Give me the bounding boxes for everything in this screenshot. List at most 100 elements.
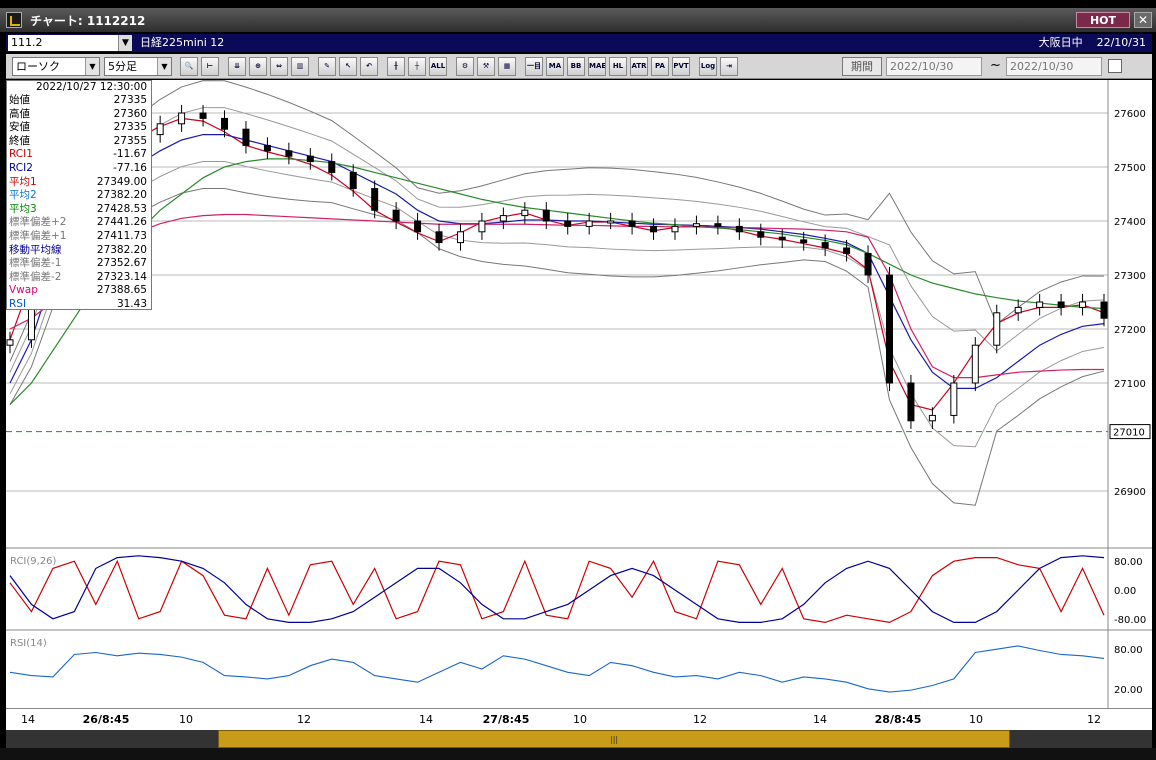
ruler-button[interactable]: ⊢ [201, 57, 219, 76]
info-value: -77.16 [113, 161, 147, 174]
chart-type-select[interactable]: ローソク ▼ [12, 57, 100, 76]
rci-label: RCI(9,26) [10, 556, 57, 567]
info-value: 27388.65 [96, 284, 147, 297]
info-row: 安値 27335 [7, 121, 151, 135]
candle-body [714, 223, 722, 227]
chart-type-value: ローソク [16, 60, 60, 73]
info-row: RCI1 -11.67 [7, 148, 151, 162]
period-button[interactable]: 期間 [842, 57, 882, 76]
candle-body [242, 128, 250, 146]
price-tick-label: 27300 [1114, 271, 1146, 282]
time-axis-label: 26/8:45 [82, 713, 130, 726]
date-to-field[interactable]: 2022/10/30 [1006, 57, 1102, 76]
time-axis-label: 28/8:45 [874, 713, 922, 726]
market-name: 大阪日中 [1038, 36, 1083, 49]
candle-body [907, 382, 915, 422]
candle-body [178, 112, 186, 125]
candle-body [156, 123, 164, 136]
hl-button[interactable]: HL [609, 57, 627, 76]
candle-body [456, 231, 464, 244]
chevron-down-icon[interactable]: ▼ [85, 58, 99, 75]
candle-body [628, 220, 636, 227]
close-button[interactable]: ✕ [1134, 12, 1152, 28]
candle-body [1014, 306, 1022, 314]
market-date-value: 22/10/31 [1096, 36, 1146, 49]
zoom-fit-button[interactable]: ⊕ [249, 57, 267, 76]
mae-button[interactable]: MAE [588, 57, 606, 76]
ma-button[interactable]: MA [546, 57, 564, 76]
info-label: 標準偏差+1 [9, 229, 67, 242]
hot-button[interactable]: HOT [1076, 12, 1130, 28]
bollinger-band-line [9, 107, 1105, 373]
candle-body [993, 312, 1001, 346]
info-row: 平均3 27428.53 [7, 203, 151, 217]
symbol-code: 111.2 [11, 36, 43, 49]
date-from-field[interactable]: 2022/10/30 [886, 57, 982, 76]
ohlc-info-panel: 2022/10/27 12:30:00 始値 27335 高値 27360 安値 2733… [6, 80, 152, 310]
palette-button[interactable]: ▦ [498, 57, 516, 76]
candle-body [650, 225, 658, 233]
chart-canvas[interactable]: 27600 27500 27400 27300 27200 27100 26900 27010… [6, 80, 1152, 708]
undo-button[interactable]: ↶ [360, 57, 378, 76]
chevron-down-icon[interactable]: ▼ [157, 58, 171, 75]
info-row: 標準偏差+1 27411.73 [7, 230, 151, 244]
tools-button[interactable]: ⚒ [477, 57, 495, 76]
time-axis-label: 14 [21, 713, 35, 726]
info-label: 標準偏差-1 [9, 257, 62, 270]
pvt-button[interactable]: PVT [672, 57, 690, 76]
chart-scrollbar[interactable]: ||| [6, 730, 1152, 748]
interval-select[interactable]: 5分足 ▼ [104, 57, 172, 76]
candle-body [1036, 301, 1044, 308]
chevron-down-icon[interactable]: ▼ [118, 35, 132, 51]
info-row: 標準偏差+2 27441.26 [7, 216, 151, 230]
candle-body [800, 239, 808, 244]
bar-button[interactable]: ┼ [408, 57, 426, 76]
candle-body [263, 144, 271, 152]
para-button[interactable]: PA [651, 57, 669, 76]
candle-body [778, 236, 786, 241]
rci1-line [9, 557, 1105, 624]
info-value: 27411.73 [96, 229, 147, 242]
info-value: 27335 [113, 94, 147, 106]
export-button[interactable]: ⇥ [720, 57, 738, 76]
time-axis-label: 27/8:45 [482, 713, 530, 726]
cursor-button[interactable]: ↖ [339, 57, 357, 76]
settings-button[interactable]: ⚙ [456, 57, 474, 76]
time-axis-label: 10 [573, 713, 587, 726]
candle-body [1057, 301, 1065, 308]
info-label: Vwap [9, 284, 38, 297]
draw-line-button[interactable]: ✎ [318, 57, 336, 76]
bb-button[interactable]: BB [567, 57, 585, 76]
compress-button[interactable]: ⇊ [228, 57, 246, 76]
zoom-button[interactable]: 🔍 [180, 57, 198, 76]
current-price-label: 27010 [1113, 428, 1145, 439]
bollinger-band-line [9, 161, 1105, 448]
reset-button[interactable]: ▥ [291, 57, 309, 76]
series-line [9, 117, 1105, 411]
all-button[interactable]: ALL [429, 57, 447, 76]
ichimoku-button[interactable]: 一目 [525, 57, 543, 76]
bottom-strip [0, 748, 1156, 760]
chart-area[interactable]: 27600 27500 27400 27300 27200 27100 26900 27010… [6, 80, 1152, 708]
chart-app-icon [6, 12, 22, 28]
info-row: RSI 31.43 [7, 298, 151, 312]
info-label: 標準偏差+2 [9, 216, 67, 229]
expand-button[interactable]: ⇔ [270, 57, 288, 76]
symbol-code-select[interactable]: 111.2 ▼ [8, 35, 132, 51]
time-axis-label: 12 [1087, 713, 1101, 726]
info-label: 始値 [9, 94, 30, 106]
info-label: 終値 [9, 134, 30, 147]
info-row: 平均1 27349.00 [7, 176, 151, 190]
info-row: 標準偏差-1 27352.67 [7, 257, 151, 271]
info-value: 27382.20 [96, 243, 147, 256]
candle-body [671, 225, 679, 233]
atr-button[interactable]: ATR [630, 57, 648, 76]
info-label: 平均3 [9, 202, 37, 215]
rci2-line [9, 555, 1105, 624]
log-button[interactable]: Log [699, 57, 717, 76]
candle-body [864, 252, 872, 276]
candle-button[interactable]: ╫ [387, 57, 405, 76]
info-row: 移動平均線 27382.20 [7, 244, 151, 258]
range-checkbox[interactable] [1108, 59, 1122, 73]
candle-body [499, 215, 507, 222]
